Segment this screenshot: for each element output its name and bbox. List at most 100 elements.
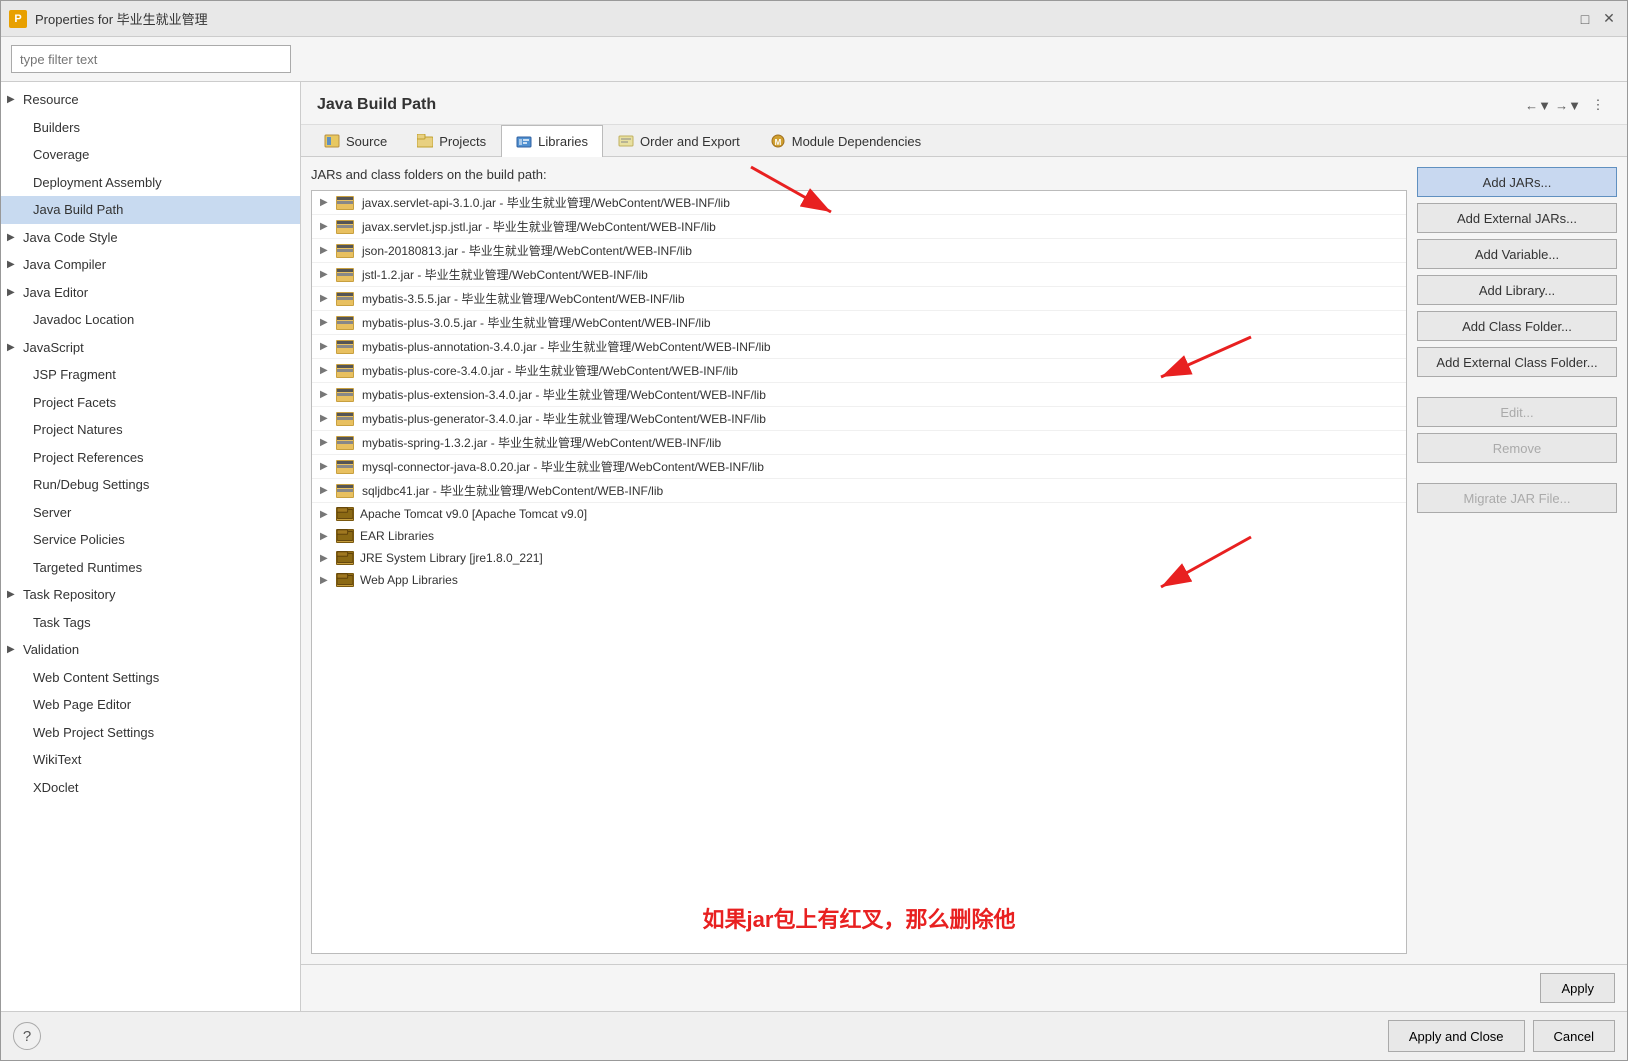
svg-text:M: M <box>774 138 781 147</box>
sidebar-item-label: Project Facets <box>33 393 116 413</box>
jar-item[interactable]: ▶sqljdbc41.jar - 毕业生就业管理/WebContent/WEB-… <box>312 479 1406 503</box>
tab-projects[interactable]: Projects <box>402 125 501 156</box>
jar-item[interactable]: ▶json-20180813.jar - 毕业生就业管理/WebContent/… <box>312 239 1406 263</box>
add-variable-button[interactable]: Add Variable... <box>1417 239 1617 269</box>
sidebar-item-javadoc-location[interactable]: Javadoc Location <box>1 306 300 334</box>
jar-expand-arrow: ▶ <box>320 365 330 376</box>
jar-item[interactable]: ▶jstl-1.2.jar - 毕业生就业管理/WebContent/WEB-I… <box>312 263 1406 287</box>
sidebar-item-project-natures[interactable]: Project Natures <box>1 416 300 444</box>
jar-expand-arrow: ▶ <box>320 317 330 328</box>
migrate-jar-button[interactable]: Migrate JAR File... <box>1417 483 1617 513</box>
jar-item[interactable]: ▶mybatis-plus-extension-3.4.0.jar - 毕业生就… <box>312 383 1406 407</box>
edit-button[interactable]: Edit... <box>1417 397 1617 427</box>
jar-icon <box>336 267 356 283</box>
sidebar-item-web-project-settings[interactable]: Web Project Settings <box>1 719 300 747</box>
jar-list[interactable]: ▶javax.servlet-api-3.1.0.jar - 毕业生就业管理/W… <box>311 190 1407 954</box>
back-button[interactable]: ←▼ <box>1525 94 1551 116</box>
left-panel: JARs and class folders on the build path… <box>311 167 1407 954</box>
apply-button[interactable]: Apply <box>1540 973 1615 1003</box>
add-class-folder-button[interactable]: Add Class Folder... <box>1417 311 1617 341</box>
tab-libraries-label: Libraries <box>538 134 588 149</box>
jar-item[interactable]: ▶mybatis-3.5.5.jar - 毕业生就业管理/WebContent/… <box>312 287 1406 311</box>
library-text: EAR Libraries <box>360 529 434 543</box>
library-item[interactable]: ▶Web App Libraries <box>312 569 1406 591</box>
jar-expand-arrow: ▶ <box>320 437 330 448</box>
close-button[interactable]: ✕ <box>1599 9 1619 29</box>
library-text: JRE System Library [jre1.8.0_221] <box>360 551 543 565</box>
jar-item[interactable]: ▶mybatis-spring-1.3.2.jar - 毕业生就业管理/WebC… <box>312 431 1406 455</box>
sidebar-item-web-page-editor[interactable]: Web Page Editor <box>1 691 300 719</box>
add-jars-button[interactable]: Add JARs... <box>1417 167 1617 197</box>
library-item[interactable]: ▶JRE System Library [jre1.8.0_221] <box>312 547 1406 569</box>
sidebar-item-javascript[interactable]: ▶JavaScript <box>1 334 300 362</box>
more-button[interactable]: ⋮ <box>1585 94 1611 116</box>
sidebar-item-builders[interactable]: Builders <box>1 114 300 142</box>
jar-item[interactable]: ▶javax.servlet.jsp.jstl.jar - 毕业生就业管理/We… <box>312 215 1406 239</box>
search-input[interactable] <box>11 45 291 73</box>
sidebar-item-xdoclet[interactable]: XDoclet <box>1 774 300 802</box>
maximize-button[interactable]: □ <box>1575 9 1595 29</box>
jar-item[interactable]: ▶javax.servlet-api-3.1.0.jar - 毕业生就业管理/W… <box>312 191 1406 215</box>
add-library-button[interactable]: Add Library... <box>1417 275 1617 305</box>
jar-expand-arrow: ▶ <box>320 461 330 472</box>
sidebar-item-jsp-fragment[interactable]: JSP Fragment <box>1 361 300 389</box>
content-panel: Java Build Path ←▼ →▼ ⋮ Source <box>301 82 1627 1011</box>
sidebar-item-validation[interactable]: ▶Validation <box>1 636 300 664</box>
title-controls: □ ✕ <box>1575 9 1619 29</box>
jar-item[interactable]: ▶mybatis-plus-core-3.4.0.jar - 毕业生就业管理/W… <box>312 359 1406 383</box>
main-content: ▶ResourceBuildersCoverageDeployment Asse… <box>1 82 1627 1011</box>
jar-text: mybatis-3.5.5.jar - 毕业生就业管理/WebContent/W… <box>362 290 685 307</box>
panel-nav: ←▼ →▼ ⋮ <box>1525 94 1611 116</box>
sidebar-item-label: Java Editor <box>23 283 88 303</box>
sidebar-item-java-compiler[interactable]: ▶Java Compiler <box>1 251 300 279</box>
jar-icon <box>336 315 356 331</box>
sidebar-item-label: JSP Fragment <box>33 365 116 385</box>
sidebar-item-java-code-style[interactable]: ▶Java Code Style <box>1 224 300 252</box>
jar-item[interactable]: ▶mysql-connector-java-8.0.20.jar - 毕业生就业… <box>312 455 1406 479</box>
sidebar-item-java-build-path[interactable]: Java Build Path <box>1 196 300 224</box>
sidebar-item-deployment-assembly[interactable]: Deployment Assembly <box>1 169 300 197</box>
sidebar-item-java-editor[interactable]: ▶Java Editor <box>1 279 300 307</box>
sidebar-item-label: WikiText <box>33 750 81 770</box>
jar-icon <box>336 219 356 235</box>
sidebar-item-label: Javadoc Location <box>33 310 134 330</box>
sidebar-item-wikitext[interactable]: WikiText <box>1 746 300 774</box>
sidebar-item-label: Project References <box>33 448 144 468</box>
jar-item[interactable]: ▶mybatis-plus-3.0.5.jar - 毕业生就业管理/WebCon… <box>312 311 1406 335</box>
sidebar-item-resource[interactable]: ▶Resource <box>1 86 300 114</box>
sidebar-item-coverage[interactable]: Coverage <box>1 141 300 169</box>
remove-button[interactable]: Remove <box>1417 433 1617 463</box>
sidebar-item-task-tags[interactable]: Task Tags <box>1 609 300 637</box>
sidebar-item-run/debug-settings[interactable]: Run/Debug Settings <box>1 471 300 499</box>
tab-source[interactable]: Source <box>309 125 402 156</box>
library-item[interactable]: ▶EAR Libraries <box>312 525 1406 547</box>
sidebar-arrow-icon: ▶ <box>7 92 19 107</box>
jar-expand-arrow: ▶ <box>320 413 330 424</box>
tab-libraries[interactable]: Libraries <box>501 125 603 157</box>
add-external-class-folder-button[interactable]: Add External Class Folder... <box>1417 347 1617 377</box>
sidebar-item-service-policies[interactable]: Service Policies <box>1 526 300 554</box>
add-external-jars-button[interactable]: Add External JARs... <box>1417 203 1617 233</box>
forward-button[interactable]: →▼ <box>1555 94 1581 116</box>
help-button[interactable]: ? <box>13 1022 41 1050</box>
sidebar-item-server[interactable]: Server <box>1 499 300 527</box>
jar-text: sqljdbc41.jar - 毕业生就业管理/WebContent/WEB-I… <box>362 482 663 499</box>
window-title: Properties for 毕业生就业管理 <box>35 9 1575 28</box>
sidebar-item-label: Web Page Editor <box>33 695 131 715</box>
sidebar-item-project-facets[interactable]: Project Facets <box>1 389 300 417</box>
sidebar-item-task-repository[interactable]: ▶Task Repository <box>1 581 300 609</box>
cancel-button[interactable]: Cancel <box>1533 1020 1615 1052</box>
libraries-tab-icon <box>516 134 532 150</box>
sidebar-item-label: Project Natures <box>33 420 123 440</box>
jar-item[interactable]: ▶ mybatis-plus-generator-3.4.0.jar - 毕业生就… <box>312 407 1406 431</box>
jar-icon <box>336 195 356 211</box>
tab-order-export[interactable]: Order and Export <box>603 125 755 156</box>
jar-text: mybatis-plus-generator-3.4.0.jar - 毕业生就业… <box>362 410 766 427</box>
sidebar-item-web-content-settings[interactable]: Web Content Settings <box>1 664 300 692</box>
tab-module-deps[interactable]: M Module Dependencies <box>755 125 936 156</box>
sidebar-item-targeted-runtimes[interactable]: Targeted Runtimes <box>1 554 300 582</box>
apply-close-button[interactable]: Apply and Close <box>1388 1020 1525 1052</box>
library-item[interactable]: ▶Apache Tomcat v9.0 [Apache Tomcat v9.0] <box>312 503 1406 525</box>
jar-item[interactable]: ▶mybatis-plus-annotation-3.4.0.jar - 毕业生… <box>312 335 1406 359</box>
sidebar-item-project-references[interactable]: Project References <box>1 444 300 472</box>
